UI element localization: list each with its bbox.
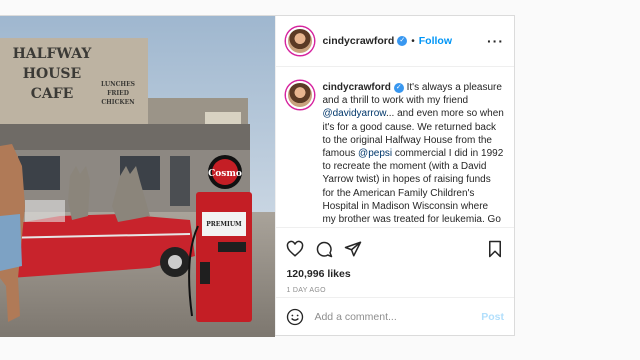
emoji-icon[interactable]	[286, 308, 304, 326]
post-header: cindycrawford ✓ • Follow ···	[276, 16, 514, 67]
comment-icon[interactable]	[315, 240, 333, 258]
username[interactable]: cindycrawford	[322, 35, 394, 47]
caption-block: cindycrawford ✓ It's always a pleasure an…	[276, 67, 514, 228]
separator-dot: •	[411, 35, 415, 47]
sign-main-line: HALFWAY	[13, 46, 93, 62]
bookmark-icon[interactable]	[486, 240, 504, 258]
instagram-post: HALFWAY HOUSE CAFE LUNCHES FRIED CHICKEN Cosmo…	[0, 15, 515, 337]
likes-count[interactable]: 120,996 likes	[276, 262, 514, 280]
avatar[interactable]	[286, 27, 315, 55]
share-icon[interactable]	[344, 240, 362, 258]
pump-label: PREMIUM	[206, 221, 242, 228]
sign-side-line: FRIED	[107, 90, 129, 97]
sign-main-line: HOUSE	[23, 66, 81, 82]
comment-bar: Add a comment... Post	[276, 297, 514, 335]
verified-badge-icon: ✓	[397, 36, 408, 46]
post-sidebar: cindycrawford ✓ • Follow ··· cindycrawfo…	[275, 16, 514, 335]
caption-username[interactable]: cindycrawford	[322, 82, 390, 93]
action-bar	[276, 228, 514, 262]
caption-verified-badge-icon: ✓	[393, 83, 404, 93]
caption-part: commercial I did in 1992 to recreate the…	[322, 148, 504, 226]
sign-side-line: CHICKEN	[101, 99, 135, 106]
sign-main-line: CAFE	[31, 86, 74, 102]
comment-input[interactable]: Add a comment...	[314, 311, 396, 323]
sign-side-line: LUNCHES	[101, 81, 135, 88]
post-photo[interactable]: HALFWAY HOUSE CAFE LUNCHES FRIED CHICKEN Cosmo…	[0, 16, 276, 337]
caption-avatar[interactable]	[286, 81, 315, 109]
pump-brand-logo: Cosmo	[208, 169, 242, 179]
mention-link[interactable]: @pepsi	[358, 148, 392, 159]
post-comment-button[interactable]: Post	[481, 311, 504, 323]
mention-link[interactable]: @davidyarrow	[322, 108, 386, 119]
more-options-icon[interactable]: ···	[487, 33, 504, 49]
caption-text: cindycrawford ✓ It's always a pleasure an…	[322, 81, 504, 227]
post-timestamp[interactable]: 1 DAY AGO	[276, 280, 514, 294]
follow-button[interactable]: Follow	[419, 35, 452, 47]
heart-icon[interactable]	[286, 240, 304, 258]
photo-scene: HALFWAY HOUSE CAFE LUNCHES FRIED CHICKEN Cosmo…	[0, 16, 276, 337]
